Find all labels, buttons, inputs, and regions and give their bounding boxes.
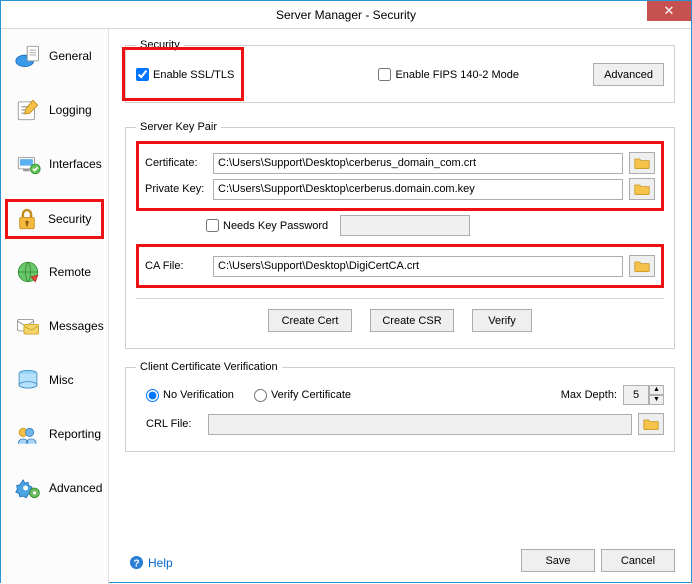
keypair-legend: Server Key Pair [136,121,221,133]
sidebar-item-security[interactable]: Security [5,199,104,239]
security-group: Security Enable SSL/TLS Enable FIPS 140-… [125,39,675,103]
spin-down-icon[interactable]: ▼ [649,395,664,405]
cert-browse-button[interactable] [629,152,655,174]
sidebar-item-label: Misc [49,373,74,387]
reporting-icon [15,421,41,447]
svg-text:?: ? [133,558,139,569]
verify-cert-radio[interactable]: Verify Certificate [254,389,351,402]
no-verification-input[interactable] [146,389,159,402]
content-panel: Security Enable SSL/TLS Enable FIPS 140-… [109,29,691,584]
crl-input[interactable] [208,414,632,435]
messages-icon [15,313,41,339]
verify-cert-label: Verify Certificate [271,389,351,401]
advanced-icon [15,475,41,501]
title-bar: Server Manager - Security ✕ [1,1,691,29]
key-browse-button[interactable] [629,178,655,200]
sidebar-item-logging[interactable]: Logging [7,91,102,129]
security-legend: Security [136,39,184,51]
interfaces-icon [15,151,41,177]
security-icon [14,206,40,232]
sidebar-item-label: Logging [49,103,92,117]
help-label: Help [148,556,173,570]
enable-ssl-checkbox[interactable]: Enable SSL/TLS [136,68,234,81]
create-csr-button[interactable]: Create CSR [370,309,454,332]
create-cert-button[interactable]: Create Cert [268,309,352,332]
highlight-cert-key: Certificate: Private Key: [136,141,664,211]
max-depth-input[interactable] [623,385,649,405]
max-depth-label: Max Depth: [561,389,617,401]
enable-fips-checkbox[interactable]: Enable FIPS 140-2 Mode [378,68,519,81]
cert-input[interactable] [213,153,623,174]
sidebar-item-label: Reporting [49,427,101,441]
sidebar-item-advanced[interactable]: Advanced [7,469,102,507]
logging-icon [15,97,41,123]
sidebar-item-remote[interactable]: Remote [7,253,102,291]
ca-label: CA File: [145,260,207,272]
crl-label: CRL File: [146,418,202,430]
help-icon: ? [129,555,144,570]
save-button[interactable]: Save [521,549,595,572]
general-icon [15,43,41,69]
help-link[interactable]: ? Help [129,555,173,570]
divider [136,298,664,299]
sidebar-item-label: General [49,49,92,63]
close-button[interactable]: ✕ [647,1,691,21]
window-title: Server Manager - Security [276,8,416,22]
enable-ssl-input[interactable] [136,68,149,81]
sidebar-item-label: Messages [49,319,104,333]
needs-password-checkbox[interactable]: Needs Key Password [206,219,328,232]
ca-input[interactable] [213,256,623,277]
sidebar-item-misc[interactable]: Misc [7,361,102,399]
needs-password-input[interactable] [206,219,219,232]
clientcert-legend: Client Certificate Verification [136,361,282,373]
sidebar-item-label: Remote [49,265,91,279]
misc-icon [15,367,41,393]
sidebar: General Logging Interfaces Security Remo… [1,29,109,584]
enable-fips-input[interactable] [378,68,391,81]
sidebar-item-reporting[interactable]: Reporting [7,415,102,453]
needs-password-label: Needs Key Password [223,220,328,232]
footer-buttons: Save Cancel [521,549,675,572]
folder-icon [634,156,650,170]
close-icon: ✕ [664,3,675,19]
sidebar-item-interfaces[interactable]: Interfaces [7,145,102,183]
enable-fips-label: Enable FIPS 140-2 Mode [395,69,519,81]
folder-icon [643,417,659,431]
no-verification-radio[interactable]: No Verification [146,389,234,402]
verify-button[interactable]: Verify [472,309,532,332]
verify-cert-input[interactable] [254,389,267,402]
key-label: Private Key: [145,183,207,195]
sidebar-item-label: Advanced [49,481,102,495]
cancel-button[interactable]: Cancel [601,549,675,572]
no-verification-label: No Verification [163,389,234,401]
sidebar-item-messages[interactable]: Messages [7,307,102,345]
remote-icon [15,259,41,285]
enable-ssl-label: Enable SSL/TLS [153,69,234,81]
spin-up-icon[interactable]: ▲ [649,385,664,395]
folder-icon [634,182,650,196]
sidebar-item-label: Interfaces [49,157,102,171]
crl-browse-button[interactable] [638,413,664,435]
advanced-button[interactable]: Advanced [593,63,664,86]
sidebar-item-general[interactable]: General [7,37,102,75]
sidebar-item-label: Security [48,212,91,226]
key-password-input[interactable] [340,215,470,236]
folder-icon [634,259,650,273]
clientcert-group: Client Certificate Verification No Verif… [125,361,675,452]
highlight-ca: CA File: [136,244,664,288]
keypair-group: Server Key Pair Certificate: Private Key… [125,121,675,349]
window: Server Manager - Security ✕ General Logg… [0,0,692,583]
max-depth-stepper[interactable]: ▲ ▼ [623,385,664,405]
key-input[interactable] [213,179,623,200]
cert-label: Certificate: [145,157,207,169]
ca-browse-button[interactable] [629,255,655,277]
